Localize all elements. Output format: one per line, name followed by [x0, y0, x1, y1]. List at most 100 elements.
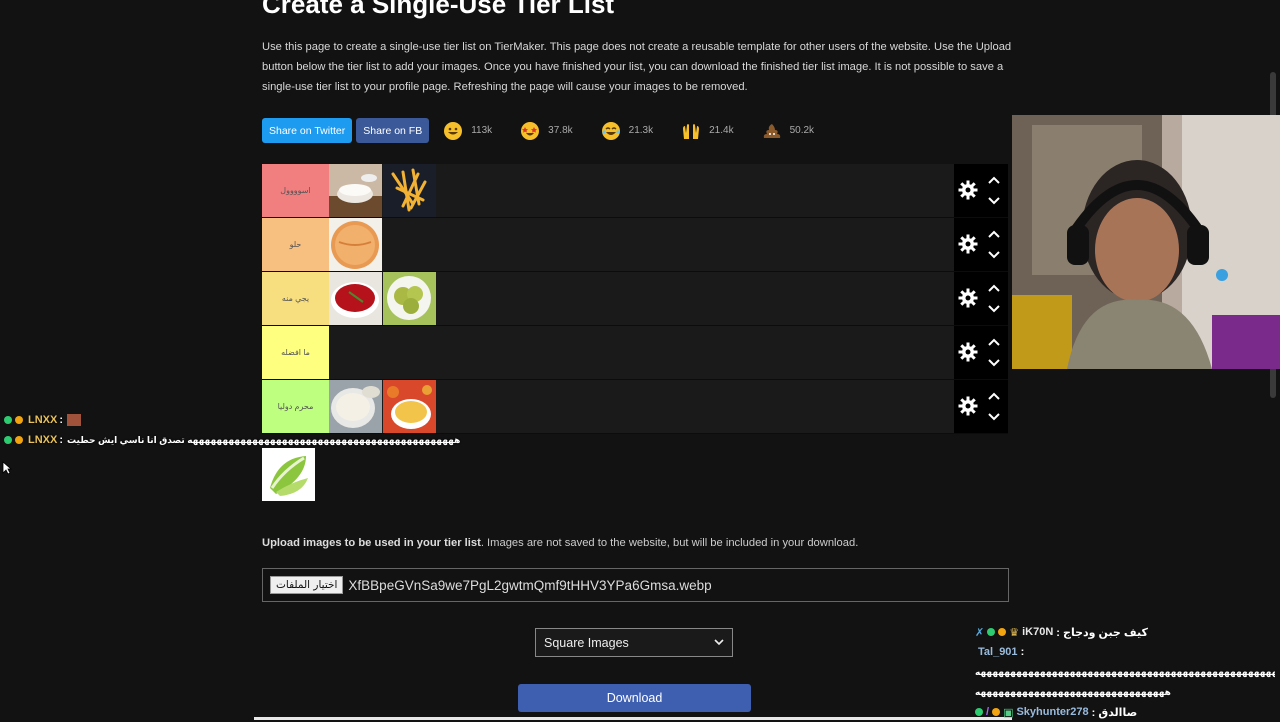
tier-items[interactable] — [329, 218, 954, 271]
file-input[interactable]: اختيار الملفات XfBBpeGVnSa9we7PgL2gwtmQm… — [262, 568, 1009, 602]
tier-row: محرم دوليا — [262, 380, 1008, 434]
upload-instructions: Upload images to be used in your tier li… — [262, 537, 858, 549]
chevron-down-icon — [714, 639, 724, 646]
poop-icon — [763, 123, 780, 138]
sword-badge-icon: ✗ — [975, 626, 985, 639]
subscriber-badge-icon — [992, 708, 1001, 716]
intro-text: Use this page to create a single-use tie… — [262, 41, 1012, 93]
tier-label[interactable]: ما افضله — [262, 326, 329, 379]
mouse-cursor-icon — [2, 461, 12, 475]
gear-icon[interactable] — [958, 234, 978, 254]
ketchup-image[interactable] — [329, 272, 382, 325]
chat-text: : — [1020, 646, 1025, 658]
chat-separator: : — [59, 434, 64, 446]
chat-username: LNXX — [28, 414, 58, 426]
choose-files-button[interactable]: اختيار الملفات — [270, 576, 344, 594]
tier-list: اسوووول حلو يجي منه ما افضله محرم دوليا — [262, 164, 1008, 434]
reaction-count: 50.2k — [789, 125, 815, 136]
chevron-down-icon[interactable] — [987, 304, 1001, 314]
chevron-up-icon[interactable] — [987, 175, 1001, 185]
subscriber-badge-icon — [998, 628, 1007, 636]
share-twitter-button[interactable]: Share on Twitter — [262, 118, 353, 143]
fries-image[interactable] — [383, 164, 436, 217]
burger-sauce-image[interactable] — [329, 218, 382, 271]
chat-text: هههههههههههههههههههههههههههههههههههههههه… — [67, 434, 461, 445]
emote-icon — [67, 414, 82, 426]
subscriber-badge-icon — [15, 416, 23, 424]
tier-controls — [954, 218, 1008, 271]
tier-label[interactable]: اسوووول — [262, 164, 329, 217]
upload-bold-text: Upload images to be used in your tier li… — [262, 537, 481, 549]
tier-label[interactable]: يجي منه — [262, 272, 329, 325]
chevron-down-icon[interactable] — [987, 358, 1001, 368]
chat-text: ههههههههههههههههههههههههههههههههه — [975, 686, 1172, 697]
pencil-badge-icon: / — [986, 706, 990, 718]
share-bar: Share on Twitter Share on FB 113k 37.8k … — [262, 118, 832, 143]
chat-username: Skyhunter278 — [1016, 706, 1089, 718]
sauce-bowl-image[interactable] — [329, 164, 382, 217]
stream-chat-message: / ▣ Skyhunter278 : صاالدق — [975, 702, 1275, 722]
laughing-tears-face-icon — [601, 121, 620, 140]
reaction-laughing[interactable]: 21.3k — [601, 121, 653, 141]
selected-file-name: XfBBpeGVnSa9we7PgL2gwtmQmf9tHHV3YPa6Gmsa… — [348, 577, 712, 593]
gear-icon[interactable] — [958, 288, 978, 308]
pickles-image[interactable] — [383, 272, 436, 325]
chevron-down-icon[interactable] — [987, 196, 1001, 206]
tier-label[interactable]: محرم دوليا — [262, 380, 329, 433]
chevron-up-icon[interactable] — [987, 391, 1001, 401]
lettuce-image[interactable] — [262, 448, 315, 501]
chevron-up-icon[interactable] — [987, 283, 1001, 293]
tier-items[interactable] — [329, 326, 954, 379]
gear-icon[interactable] — [958, 180, 978, 200]
chat-separator: : — [59, 414, 64, 426]
gift-badge-icon: ▣ — [1003, 706, 1014, 719]
check-badge-icon — [4, 416, 12, 424]
reaction-raised-hands[interactable]: 21.4k — [681, 121, 734, 141]
chevron-down-icon[interactable] — [987, 412, 1001, 422]
subscriber-badge-icon — [15, 436, 23, 444]
tier-row: يجي منه — [262, 272, 1008, 326]
upload-help-text: . Images are not saved to the website, b… — [480, 537, 859, 549]
reaction-count: 21.3k — [628, 125, 654, 136]
tier-row: ما افضله — [262, 326, 1008, 380]
chevron-up-icon[interactable] — [987, 337, 1001, 347]
reaction-count: 21.4k — [709, 125, 734, 136]
gear-icon[interactable] — [958, 342, 978, 362]
tier-items[interactable] — [329, 164, 954, 217]
reaction-grinning[interactable]: 113k — [443, 121, 492, 141]
check-badge-icon — [975, 708, 983, 716]
reaction-star-struck[interactable]: 37.8k — [520, 121, 573, 141]
chevron-down-icon[interactable] — [987, 250, 1001, 260]
chat-username: iK70N — [1022, 626, 1054, 638]
stream-chat-message: Tal_901 : — [975, 642, 1275, 662]
streamer-webcam — [1012, 115, 1280, 369]
overlay-chat-message: LNXX : ههههههههههههههههههههههههههههههههه… — [4, 434, 460, 446]
raised-hands-icon — [683, 123, 700, 139]
chevron-up-icon[interactable] — [987, 229, 1001, 239]
chat-username: Tal_901 — [978, 646, 1018, 658]
share-facebook-button[interactable]: Share on FB — [356, 118, 430, 143]
chat-text: : صاالدق — [1091, 706, 1138, 719]
download-button[interactable]: Download — [518, 684, 751, 712]
grinning-face-icon — [444, 121, 463, 140]
stream-chat-message: ✗ ♛ iK70N : كيف جبن ودجاج — [975, 622, 1275, 642]
tier-controls — [954, 164, 1008, 217]
gear-icon[interactable] — [958, 396, 978, 416]
cheese-sauce-image[interactable] — [383, 380, 436, 433]
tier-label[interactable]: حلو — [262, 218, 329, 271]
overlay-chat-message: LNXX : — [4, 414, 82, 426]
tier-items[interactable] — [329, 272, 954, 325]
tier-items[interactable] — [329, 380, 954, 433]
chat-username: LNXX — [28, 434, 58, 446]
reaction-count: 37.8k — [548, 125, 573, 136]
tier-row: حلو — [262, 218, 1008, 272]
reaction-poop[interactable]: 50.2k — [762, 121, 814, 141]
reaction-count: 113k — [471, 125, 493, 136]
tier-controls — [954, 272, 1008, 325]
garlic-sauce-image[interactable] — [329, 380, 382, 433]
image-shape-select[interactable]: Square Images — [535, 628, 733, 657]
tier-row: اسوووول — [262, 164, 1008, 218]
page-title: Create a Single-Use Tier List — [262, 0, 615, 19]
star-struck-face-icon — [521, 121, 540, 140]
stream-chat: ✗ ♛ iK70N : كيف جبن ودجاج Tal_901 : هههه… — [975, 622, 1275, 722]
